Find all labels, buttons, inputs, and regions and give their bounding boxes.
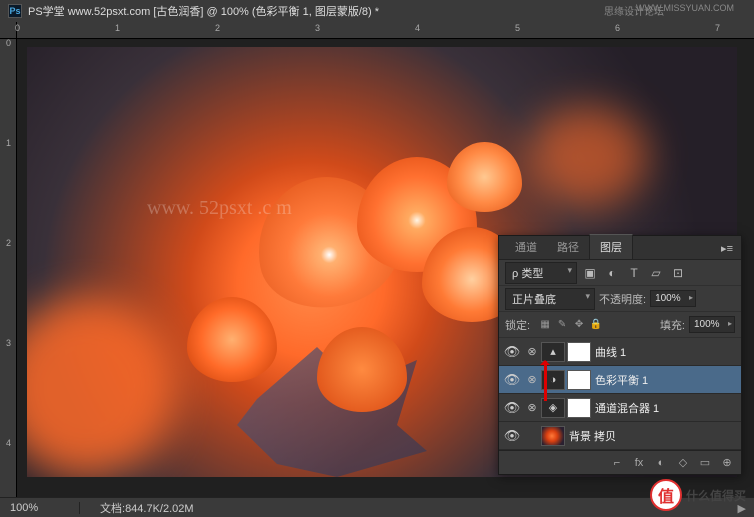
- filter-smart-icon[interactable]: ⊡: [669, 265, 687, 281]
- mask-thumb[interactable]: [567, 370, 591, 390]
- badge-icon: 值: [650, 479, 682, 511]
- panel-menu-icon[interactable]: ▸≡: [713, 238, 741, 259]
- badge-text: 什么值得买: [686, 487, 746, 504]
- visibility-eye-icon[interactable]: 👁: [501, 428, 523, 444]
- panel-footer: ⌐ fx ◐ ◇ ▭ ⊕: [499, 450, 741, 474]
- filter-adjust-icon[interactable]: ◐: [603, 265, 621, 281]
- layer-thumb[interactable]: [541, 426, 565, 446]
- mask-icon[interactable]: ◐: [653, 457, 669, 469]
- layers-panel: 通道 路径 图层 ▸≡ ρ 类型 ▣ ◐ T ▱ ⊡ 正片叠底 不透明度: 10…: [498, 235, 742, 475]
- filter-type-icon[interactable]: T: [625, 265, 643, 281]
- ruler-horizontal[interactable]: 01234567: [17, 22, 754, 39]
- link-icon[interactable]: ⊗: [523, 345, 541, 358]
- status-bar: 100% 文档:844.7K/2.02M ▶: [0, 497, 754, 517]
- layer-name[interactable]: 背景 拷贝: [569, 428, 616, 444]
- fx-icon[interactable]: fx: [631, 457, 647, 469]
- filter-row: ρ 类型 ▣ ◐ T ▱ ⊡: [499, 260, 741, 286]
- watermark-text: www. 52psxt .c m: [147, 197, 292, 220]
- lock-label: 锁定:: [505, 317, 530, 333]
- zoom-level[interactable]: 100%: [0, 502, 80, 514]
- blend-mode-dropdown[interactable]: 正片叠底: [505, 288, 595, 310]
- ruler-vertical[interactable]: 01234: [0, 39, 17, 497]
- fill-input[interactable]: 100%: [689, 316, 735, 333]
- tab-channels[interactable]: 通道: [505, 235, 547, 259]
- new-layer-icon[interactable]: ⊕: [719, 456, 735, 469]
- layer-item[interactable]: 👁 背景 拷贝: [499, 422, 741, 450]
- tab-paths[interactable]: 路径: [547, 235, 589, 259]
- forum-url: WWW.MISSYUAN.COM: [636, 3, 734, 13]
- blend-row: 正片叠底 不透明度: 100%: [499, 286, 741, 312]
- group-icon[interactable]: ▭: [697, 456, 713, 469]
- layer-item[interactable]: 👁⊗▴曲线 1: [499, 338, 741, 366]
- link-icon[interactable]: ⊗: [523, 401, 541, 414]
- layer-item[interactable]: 👁⊗◑色彩平衡 1: [499, 366, 741, 394]
- layer-item[interactable]: 👁⊗◈通道混合器 1: [499, 394, 741, 422]
- opacity-input[interactable]: 100%: [650, 290, 696, 307]
- mask-thumb[interactable]: [567, 342, 591, 362]
- visibility-eye-icon[interactable]: 👁: [501, 372, 523, 388]
- filter-shape-icon[interactable]: ▱: [647, 265, 665, 281]
- document-title: PS学堂 www.52psxt.com [古色润香] @ 100% (色彩平衡 …: [28, 3, 379, 19]
- layer-name[interactable]: 通道混合器 1: [595, 400, 659, 416]
- link-layers-icon[interactable]: ⌐: [609, 457, 625, 469]
- fill-label: 填充:: [660, 317, 685, 333]
- ps-app-icon: Ps: [8, 4, 22, 18]
- link-icon[interactable]: ⊗: [523, 373, 541, 386]
- lock-transparency-icon[interactable]: ▦: [538, 318, 552, 332]
- panel-tabs: 通道 路径 图层 ▸≡: [499, 236, 741, 260]
- document-size[interactable]: 文档:844.7K/2.02M: [80, 500, 214, 516]
- layer-name[interactable]: 曲线 1: [595, 344, 626, 360]
- visibility-eye-icon[interactable]: 👁: [501, 400, 523, 416]
- lock-all-icon[interactable]: 🔒: [589, 318, 603, 332]
- mask-thumb[interactable]: [567, 398, 591, 418]
- opacity-label: 不透明度:: [599, 291, 646, 307]
- tab-layers[interactable]: 图层: [589, 234, 633, 259]
- filter-pixel-icon[interactable]: ▣: [581, 265, 599, 281]
- lock-position-icon[interactable]: ✥: [572, 318, 586, 332]
- annotation-arrow: [544, 361, 547, 401]
- lock-pixels-icon[interactable]: ✎: [555, 318, 569, 332]
- watermark-badge: 值 什么值得买: [650, 479, 746, 511]
- layer-list: 👁⊗▴曲线 1👁⊗◑色彩平衡 1👁⊗◈通道混合器 1👁背景 拷贝: [499, 338, 741, 450]
- layer-name[interactable]: 色彩平衡 1: [595, 372, 648, 388]
- visibility-eye-icon[interactable]: 👁: [501, 344, 523, 360]
- lock-row: 锁定: ▦ ✎ ✥ 🔒 填充: 100%: [499, 312, 741, 338]
- filter-type-dropdown[interactable]: ρ 类型: [505, 262, 577, 284]
- adjustment-icon[interactable]: ◇: [675, 456, 691, 469]
